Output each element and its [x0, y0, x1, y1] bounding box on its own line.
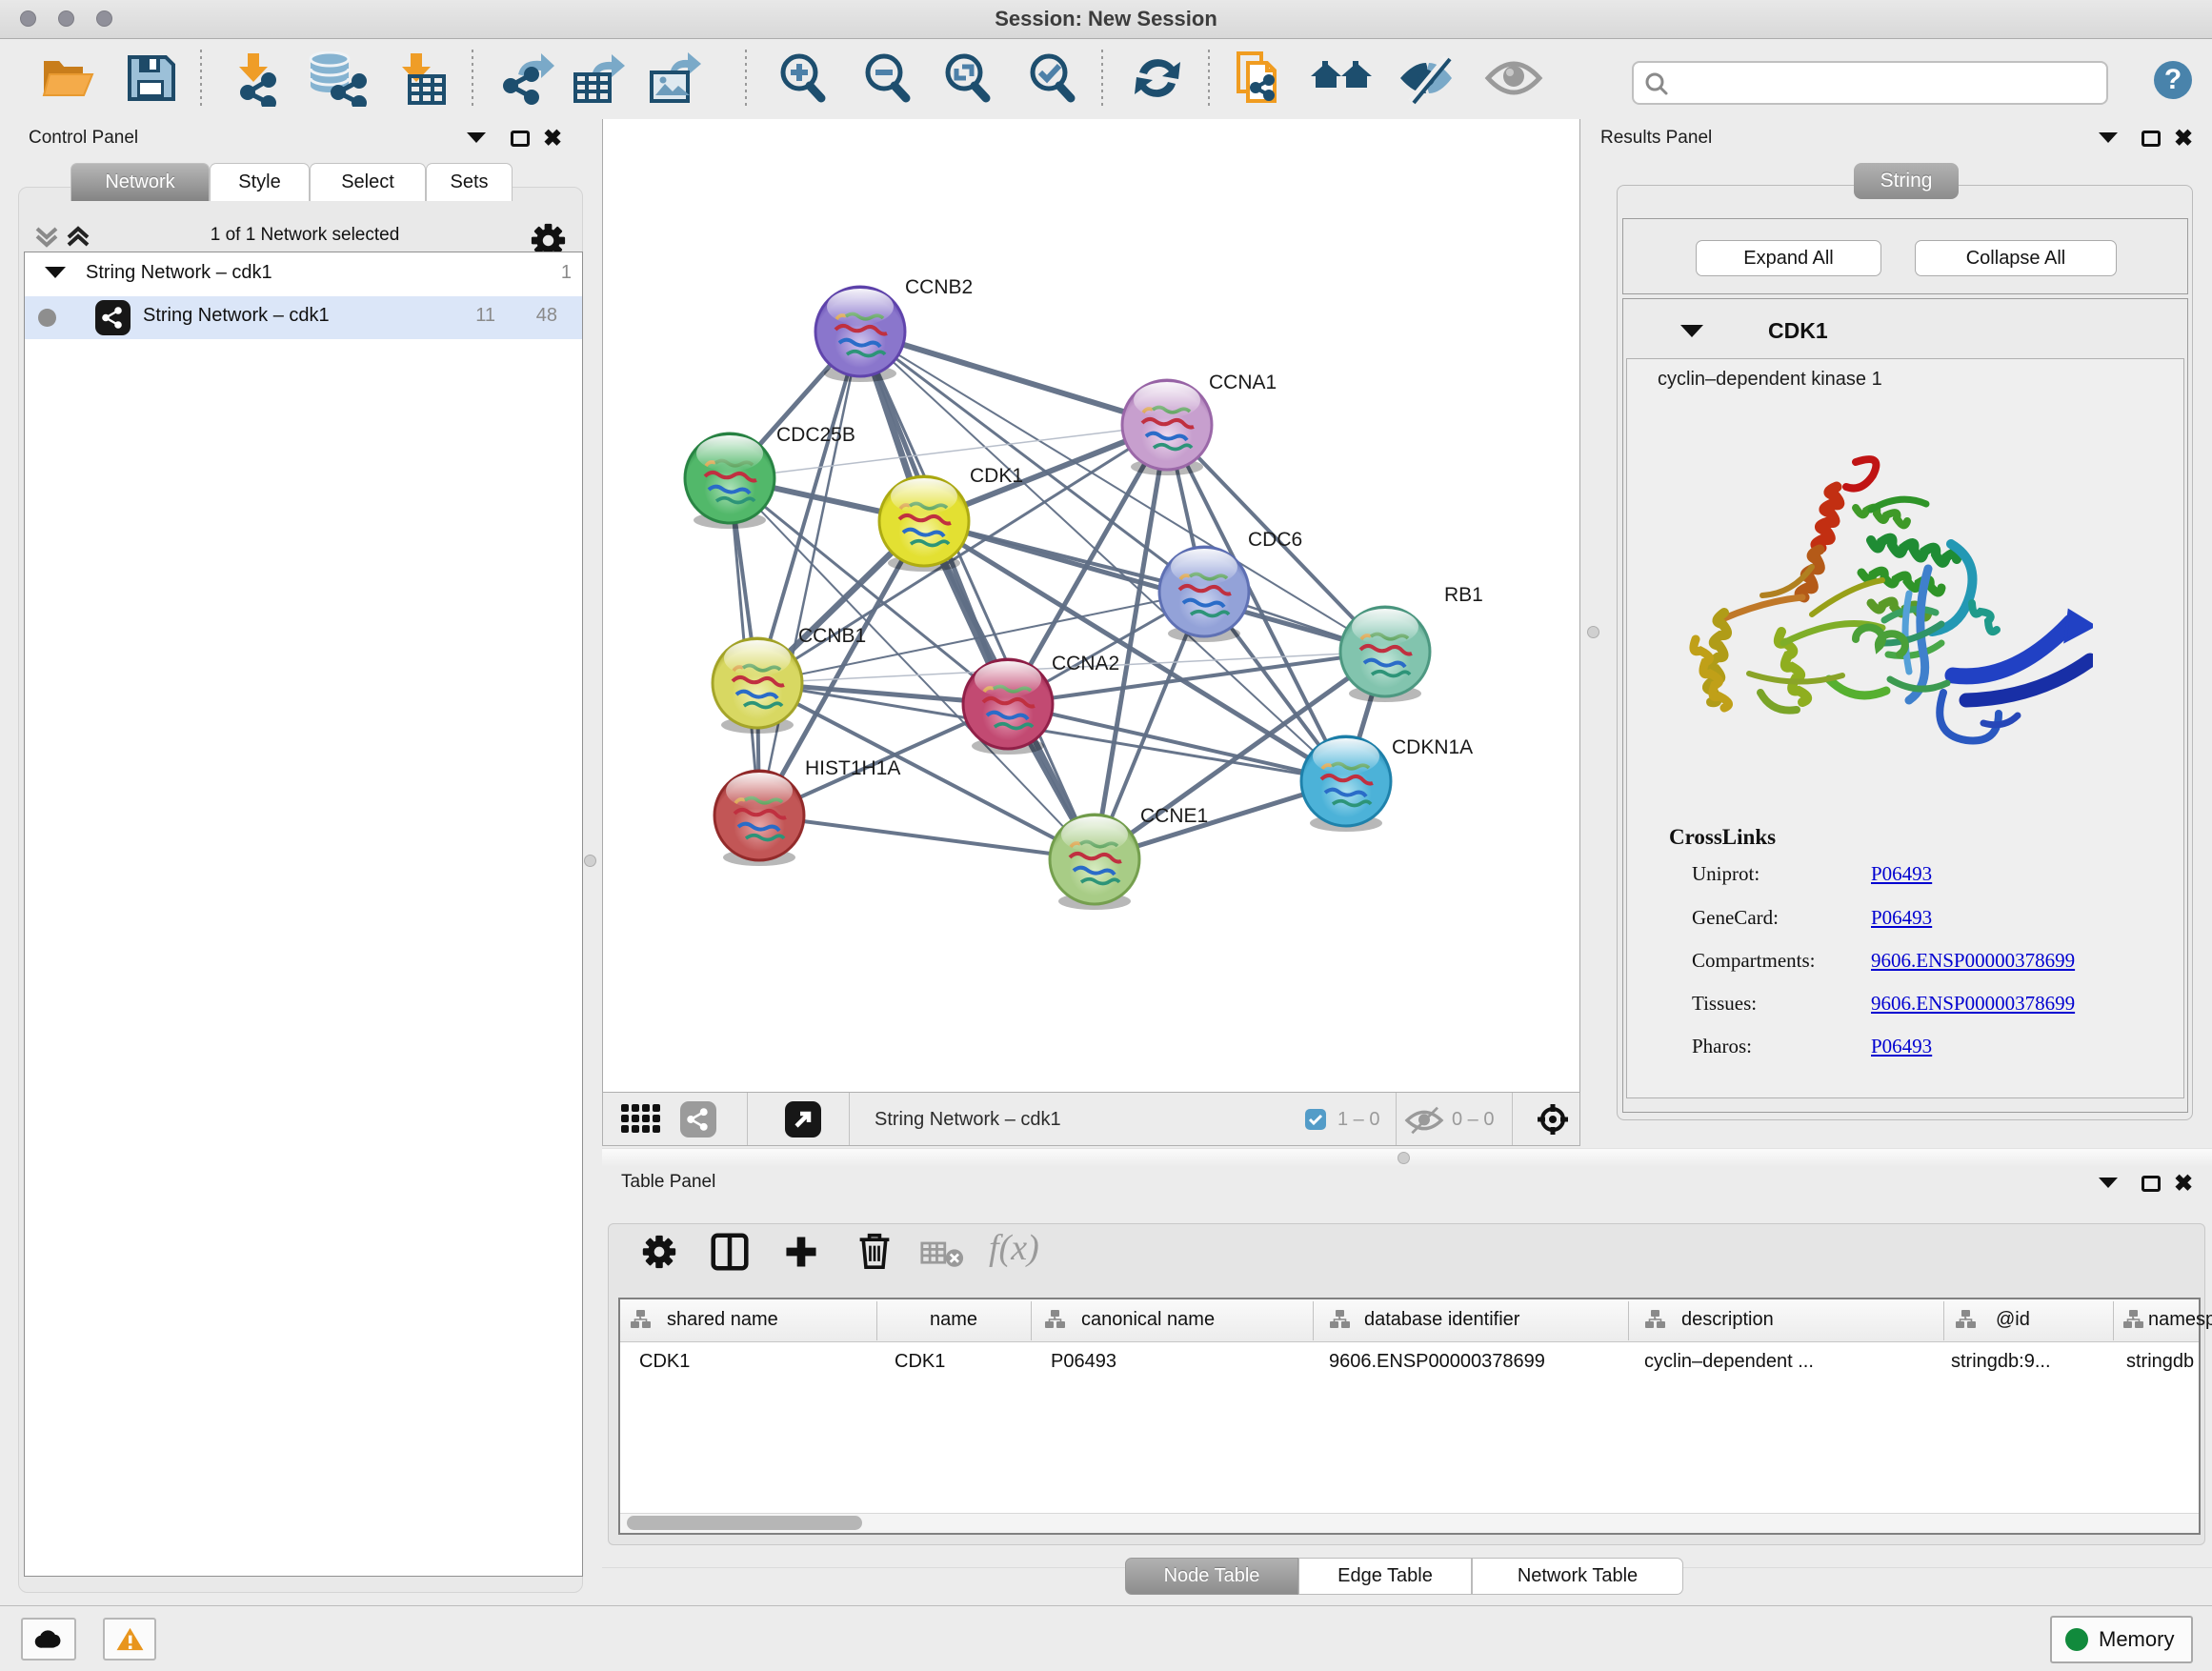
svg-text:CDKN1A: CDKN1A — [1392, 736, 1473, 758]
svg-text:HIST1H1A: HIST1H1A — [805, 757, 900, 779]
svg-text:CDC6: CDC6 — [1248, 529, 1302, 551]
svg-text:CDK1: CDK1 — [970, 465, 1023, 487]
svg-text:CCNB1: CCNB1 — [798, 625, 866, 647]
svg-text:CCNE1: CCNE1 — [1140, 805, 1208, 827]
svg-text:CCNA1: CCNA1 — [1209, 372, 1277, 393]
svg-text:RB1: RB1 — [1444, 584, 1483, 606]
svg-text:CCNA2: CCNA2 — [1052, 653, 1119, 674]
svg-text:CCNB2: CCNB2 — [905, 276, 973, 298]
svg-text:CDC25B: CDC25B — [776, 424, 855, 446]
